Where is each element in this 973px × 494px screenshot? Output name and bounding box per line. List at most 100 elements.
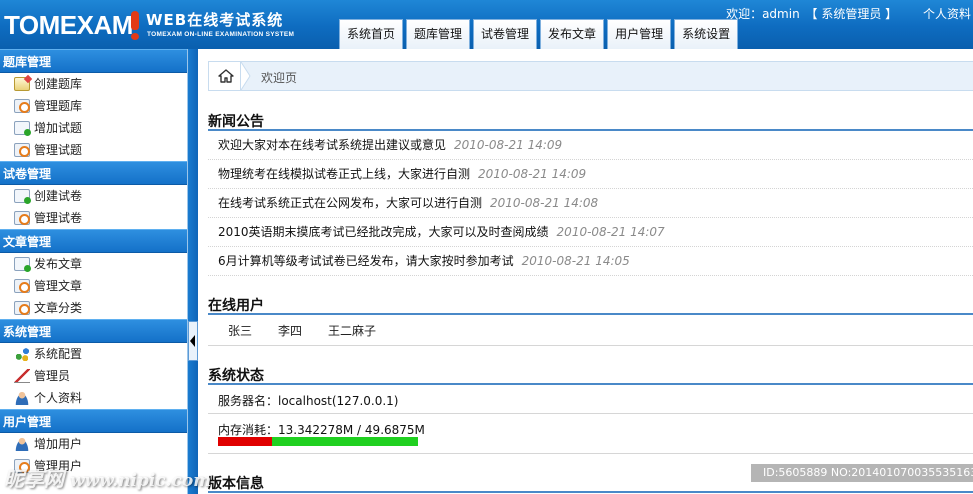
sidebar-item-label: 发布文章: [34, 257, 83, 271]
online-users-list: 张三 李四 王二麻子: [228, 322, 402, 339]
network-icon: [14, 347, 30, 361]
news-date: 2010-08-21 14:09: [478, 167, 587, 181]
divider: [208, 313, 973, 315]
sidebar-item-system-config[interactable]: 系统配置: [0, 343, 187, 365]
sidebar-item-manage-bank[interactable]: 管理题库: [0, 95, 187, 117]
top-nav: 系统首页 题库管理 试卷管理 发布文章 用户管理 系统设置: [339, 19, 741, 49]
gear-icon: [14, 301, 30, 315]
sidebar-item-label: 系统配置: [34, 347, 83, 361]
tab-settings[interactable]: 系统设置: [674, 19, 739, 49]
sidebar: 题库管理 创建题库 管理题库 增加试题 管理试题 试卷管理 创建试卷 管理试卷 …: [0, 49, 188, 494]
edit-icon: [14, 77, 30, 91]
gear-icon: [14, 279, 30, 293]
watermark-brand: 昵享网: [4, 467, 64, 491]
news-title[interactable]: 2010英语期末摸底考试已经批改完成，大家可以及时查阅成绩: [218, 225, 549, 239]
breadcrumb-separator-icon: [241, 62, 251, 90]
online-user[interactable]: 李四: [278, 322, 302, 339]
news-date: 2010-08-21 14:07: [556, 225, 665, 239]
sidebar-item-manage-question[interactable]: 管理试题: [0, 139, 187, 161]
divider: [208, 453, 973, 454]
add-icon: [14, 189, 31, 204]
tab-users[interactable]: 用户管理: [607, 19, 672, 49]
news-date: 2010-08-21 14:08: [490, 196, 599, 210]
tab-papers[interactable]: 试卷管理: [473, 19, 538, 49]
breadcrumb-current: 欢迎页: [261, 71, 298, 85]
server-name: 服务器名：localhost(127.0.0.1): [218, 394, 399, 408]
sidebar-item-label: 管理试题: [34, 143, 83, 157]
watermark-id: ID:5605889 NO:20140107003553516381: [751, 464, 973, 482]
news-item: 欢迎大家对本在线考试系统提出建议或意见 2010-08-21 14:09: [208, 131, 973, 160]
profile-link[interactable]: 个人资料: [923, 7, 971, 21]
gear-icon: [14, 143, 30, 157]
online-user[interactable]: 王二麻子: [328, 322, 376, 339]
sidebar-item-label: 管理文章: [34, 279, 83, 293]
logo-text: TOMEXAM: [4, 10, 133, 40]
version-info-title: 版本信息: [208, 476, 264, 492]
add-icon: [14, 121, 31, 136]
sidebar-item-add-question[interactable]: 增加试题: [0, 117, 187, 139]
sidebar-item-label: 创建试卷: [34, 189, 83, 203]
sidebar-item-manage-article[interactable]: 管理文章: [0, 275, 187, 297]
tab-question-bank[interactable]: 题库管理: [406, 19, 471, 49]
add-icon: [14, 257, 31, 272]
user-icon: [14, 391, 30, 405]
logo-mark-icon: [129, 11, 141, 41]
sidebar-divider: [188, 49, 198, 494]
gear-icon: [14, 99, 30, 113]
sidebar-item-label: 增加试题: [34, 121, 83, 135]
news-item: 6月计算机等级考试试卷已经发布，请大家按时参加考试 2010-08-21 14:0…: [208, 247, 973, 276]
home-icon[interactable]: [209, 62, 241, 90]
breadcrumb: 欢迎页: [208, 61, 973, 91]
main-content: 欢迎页 新闻公告 欢迎大家对本在线考试系统提出建议或意见 2010-08-21 1…: [198, 49, 973, 494]
sidebar-item-label: 个人资料: [34, 391, 83, 405]
news-title[interactable]: 6月计算机等级考试试卷已经发布，请大家按时参加考试: [218, 254, 514, 268]
online-users-title: 在线用户: [208, 298, 264, 314]
sidebar-group-articles[interactable]: 文章管理: [0, 229, 187, 253]
sidebar-item-create-paper[interactable]: 创建试卷: [0, 185, 187, 207]
sidebar-item-label: 文章分类: [34, 301, 83, 315]
news-title[interactable]: 在线考试系统正式在公网发布，大家可以进行自测: [218, 196, 482, 210]
sidebar-group-papers[interactable]: 试卷管理: [0, 161, 187, 185]
divider: [208, 491, 973, 493]
user-icon: [14, 437, 30, 451]
welcome-text: 欢迎：admin: [726, 7, 800, 21]
memory-usage-bar: [218, 437, 418, 446]
news-date: 2010-08-21 14:05: [521, 254, 630, 268]
app-header: TOMEXAM WEB在线考试系统 TOMEXAM ON-LINE EXAMIN…: [0, 0, 973, 49]
sidebar-item-publish-article[interactable]: 发布文章: [0, 253, 187, 275]
sidebar-item-article-category[interactable]: 文章分类: [0, 297, 187, 319]
sidebar-item-label: 管理员: [34, 369, 71, 383]
divider: [208, 383, 973, 385]
news-title[interactable]: 物理统考在线模拟试卷正式上线，大家进行自测: [218, 167, 470, 181]
tab-home[interactable]: 系统首页: [339, 19, 404, 49]
chart-icon: [14, 369, 30, 383]
gear-icon: [14, 211, 30, 225]
sidebar-item-create-bank[interactable]: 创建题库: [0, 73, 187, 95]
sidebar-item-admins[interactable]: 管理员: [0, 365, 187, 387]
sidebar-item-label: 管理题库: [34, 99, 83, 113]
sidebar-group-system[interactable]: 系统管理: [0, 319, 187, 343]
news-title[interactable]: 欢迎大家对本在线考试系统提出建议或意见: [218, 138, 446, 152]
collapse-sidebar-button[interactable]: [188, 321, 198, 361]
watermark-logo: 昵享网 www.nipic.com: [4, 463, 211, 492]
sidebar-item-label: 创建题库: [34, 77, 83, 91]
logo-subtitle: TOMEXAM ON-LINE EXAMINATION SYSTEM: [147, 31, 295, 38]
sidebar-item-label: 管理试卷: [34, 211, 83, 225]
sidebar-item-manage-paper[interactable]: 管理试卷: [0, 207, 187, 229]
memory-free-fill: [271, 437, 418, 446]
memory-used-fill: [218, 437, 272, 446]
sidebar-item-add-user[interactable]: 增加用户: [0, 433, 187, 455]
logo-title: WEB在线考试系统: [146, 11, 284, 29]
user-bar: 欢迎：admin 【 系统管理员 】 个人资料: [724, 5, 971, 22]
sidebar-group-question-bank[interactable]: 题库管理: [0, 49, 187, 73]
tab-articles[interactable]: 发布文章: [540, 19, 605, 49]
divider: [208, 413, 973, 414]
divider: [208, 345, 973, 346]
sidebar-group-users[interactable]: 用户管理: [0, 409, 187, 433]
watermark-url: www.nipic.com: [70, 471, 212, 491]
role-text: 【 系统管理员 】: [805, 7, 898, 21]
online-user[interactable]: 张三: [228, 322, 252, 339]
memory-usage: 内存消耗：13.342278M / 49.6875M: [218, 423, 425, 437]
sidebar-item-profile[interactable]: 个人资料: [0, 387, 187, 409]
news-item: 物理统考在线模拟试卷正式上线，大家进行自测 2010-08-21 14:09: [208, 160, 973, 189]
